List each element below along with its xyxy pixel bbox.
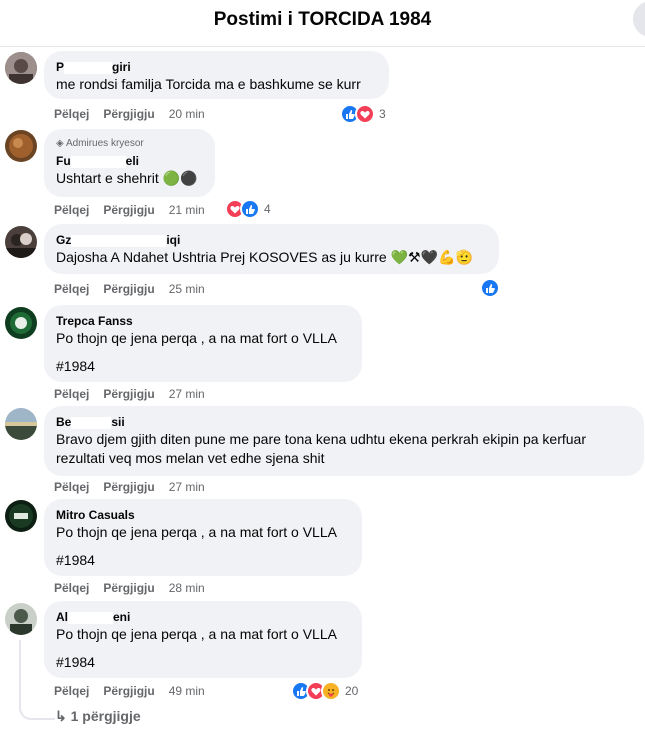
comment-actions: Pëlqej Përgjigju 28 min xyxy=(54,581,219,595)
comment-bubble: Mitro Casuals Po thojn qe jena perqa , a… xyxy=(44,499,362,576)
reaction-count: 4 xyxy=(264,202,271,216)
comment-time[interactable]: 28 min xyxy=(169,581,205,595)
like-button[interactable]: Pëlqej xyxy=(54,387,89,401)
avatar-image xyxy=(5,408,37,440)
like-button[interactable]: Pëlqej xyxy=(54,684,89,698)
badge-label: Admirues kryesor xyxy=(65,138,144,149)
comment-bubble: ◈ Admirues kryesor Fu eli Ushtart e shehr… xyxy=(44,129,215,197)
reply-thread-line xyxy=(19,640,55,720)
like-icon xyxy=(480,278,500,298)
like-icon xyxy=(240,199,260,219)
avatar-image xyxy=(5,52,37,84)
comment-time[interactable]: 49 min xyxy=(169,684,205,698)
reaction-summary[interactable]: 4 xyxy=(225,199,271,219)
view-replies-link[interactable]: ↳ 1 përgjigje xyxy=(55,708,141,725)
close-button[interactable] xyxy=(633,1,645,37)
comment-actions: Pëlqej Përgjigju 27 min xyxy=(54,387,219,401)
reply-button[interactable]: Përgjigju xyxy=(103,282,154,296)
comment-time[interactable]: 20 min xyxy=(169,107,205,121)
avatar-image xyxy=(5,603,37,635)
reply-button[interactable]: Përgjigju xyxy=(103,107,154,121)
like-button[interactable]: Pëlqej xyxy=(54,581,89,595)
comment-author[interactable]: Gz iqi xyxy=(56,232,487,248)
reply-button[interactable]: Përgjigju xyxy=(103,581,154,595)
comment-author[interactable]: Pgiri xyxy=(56,59,377,75)
comment-actions: Pëlqej Përgjigju 25 min xyxy=(54,282,219,296)
avatar-image xyxy=(5,226,37,258)
avatar[interactable] xyxy=(5,408,37,440)
avatar[interactable] xyxy=(5,226,37,258)
like-button[interactable]: Pëlqej xyxy=(54,203,89,217)
comment-author[interactable]: Be sii xyxy=(56,414,632,430)
comment-actions: Pëlqej Përgjigju 21 min xyxy=(54,203,219,217)
reply-button[interactable]: Përgjigju xyxy=(103,480,154,494)
reaction-summary[interactable] xyxy=(480,278,500,298)
avatar[interactable] xyxy=(5,130,37,162)
comment-author[interactable]: Al eni xyxy=(56,609,350,625)
like-button[interactable]: Pëlqej xyxy=(54,107,89,121)
diamond-icon: ◈ xyxy=(56,138,64,149)
comment-text: Ushtart e shehrit 🟢⚫ xyxy=(56,170,198,186)
comment-text: Po thojn qe jena perqa , a na mat fort o… xyxy=(56,524,337,568)
avatar-image xyxy=(5,500,37,532)
like-button[interactable]: Pëlqej xyxy=(54,480,89,494)
care-icon xyxy=(321,681,341,701)
reply-button[interactable]: Përgjigju xyxy=(103,387,154,401)
comment-text: Po thojn qe jena perqa , a na mat fort o… xyxy=(56,626,337,670)
comment-text: Dajosha A Ndahet Ushtria Prej KOSOVES as… xyxy=(56,249,473,265)
comment-actions: Pëlqej Përgjigju 49 min xyxy=(54,684,219,698)
avatar[interactable] xyxy=(5,307,37,339)
comment-author[interactable]: Trepca Fanss xyxy=(56,313,350,329)
comment-time[interactable]: 27 min xyxy=(169,480,205,494)
reply-button[interactable]: Përgjigju xyxy=(103,203,154,217)
like-button[interactable]: Pëlqej xyxy=(54,282,89,296)
comment-time[interactable]: 25 min xyxy=(169,282,205,296)
page-title: Postimi i TORCIDA 1984 xyxy=(213,9,432,30)
reaction-count: 20 xyxy=(345,684,359,698)
comment-bubble: Trepca Fanss Po thojn qe jena perqa , a … xyxy=(44,305,362,382)
comment-actions: Pëlqej Përgjigju 20 min xyxy=(54,107,219,121)
reaction-summary[interactable]: 3 xyxy=(340,104,386,124)
top-fan-badge: ◈ Admirues kryesor xyxy=(56,137,203,150)
reaction-count: 3 xyxy=(379,107,386,121)
avatar-image xyxy=(5,130,37,162)
avatar[interactable] xyxy=(5,500,37,532)
comment-bubble: Al eni Po thojn qe jena perqa , a na mat … xyxy=(44,601,362,678)
comment-bubble: Gz iqi Dajosha A Ndahet Ushtria Prej KOSO… xyxy=(44,224,499,274)
comment-author[interactable]: Mitro Casuals xyxy=(56,507,350,523)
comment-bubble: Pgiri me rondsi familja Torcida ma e bas… xyxy=(44,51,389,99)
avatar-image xyxy=(5,307,37,339)
avatar[interactable] xyxy=(5,52,37,84)
reaction-summary[interactable]: 20 xyxy=(291,681,358,701)
comment-actions: Pëlqej Përgjigju 27 min xyxy=(54,480,219,494)
comment-bubble: Be sii Bravo djem gjith diten pune me par… xyxy=(44,406,644,476)
comment-author[interactable]: Fu eli xyxy=(56,153,203,169)
reply-button[interactable]: Përgjigju xyxy=(103,684,154,698)
avatar[interactable] xyxy=(5,603,37,635)
comment-text: me rondsi familja Torcida ma e bashkume … xyxy=(56,76,361,92)
post-header: Postimi i TORCIDA 1984 xyxy=(0,0,645,47)
comment-time[interactable]: 21 min xyxy=(169,203,205,217)
comment-text: Po thojn qe jena perqa , a na mat fort o… xyxy=(56,330,337,374)
love-icon xyxy=(355,104,375,124)
comment-time[interactable]: 27 min xyxy=(169,387,205,401)
comment-text: Bravo djem gjith diten pune me pare tona… xyxy=(56,431,587,466)
